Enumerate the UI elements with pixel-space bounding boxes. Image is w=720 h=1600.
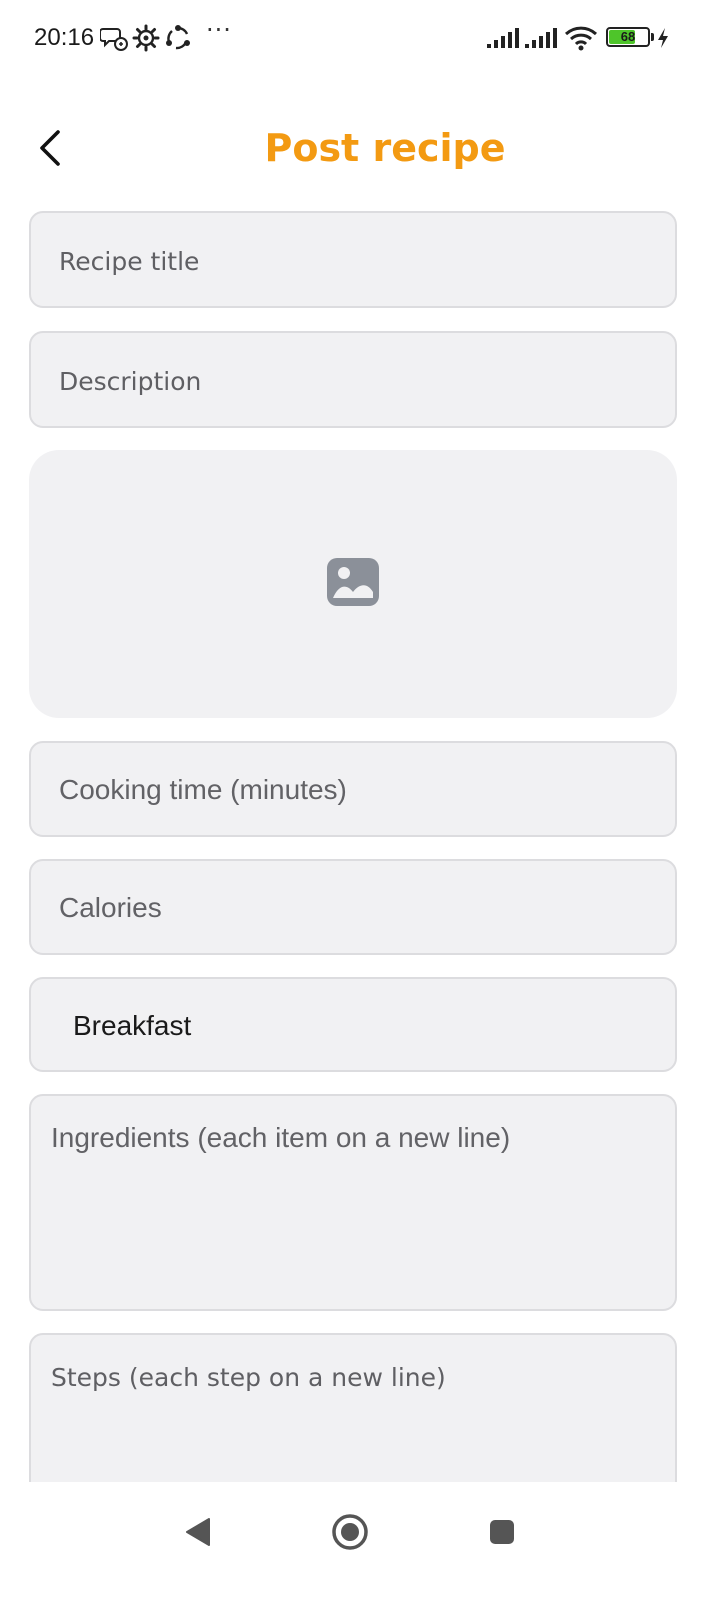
signal-icon <box>487 28 519 48</box>
wifi-icon <box>564 26 598 51</box>
status-time: 20:16 <box>34 24 95 51</box>
battery-icon: 68 <box>606 27 650 47</box>
header: Post recipe <box>0 110 720 190</box>
description-placeholder: Description <box>59 367 202 396</box>
image-picker[interactable] <box>29 450 677 718</box>
calories-field[interactable]: Calories <box>29 859 677 955</box>
category-select[interactable]: Breakfast <box>29 977 677 1072</box>
image-icon <box>327 558 379 606</box>
nav-back-button[interactable] <box>170 1504 226 1560</box>
battery-nub <box>651 33 654 41</box>
calories-placeholder: Calories <box>59 892 162 923</box>
recipe-title-placeholder: Recipe title <box>59 247 200 276</box>
circle-home-icon <box>332 1514 368 1550</box>
battery-level: 68 <box>620 29 636 44</box>
system-nav-bar <box>0 1482 720 1600</box>
triangle-back-icon <box>186 1518 210 1546</box>
status-bar: 20:16 ··· 68 <box>0 0 720 76</box>
page-title: Post recipe <box>264 126 506 170</box>
ingredients-textarea[interactable]: Ingredients (each item on a new line) <box>29 1094 677 1311</box>
square-recents-icon <box>490 1520 514 1544</box>
chat-icon <box>100 28 128 51</box>
nav-home-button[interactable] <box>322 1504 378 1560</box>
gear-icon <box>132 24 160 52</box>
steps-placeholder: Steps (each step on a new line) <box>51 1363 446 1392</box>
category-selected-value: Breakfast <box>73 1010 192 1041</box>
more-notifications-dots: ··· <box>206 16 232 44</box>
recipe-title-field[interactable]: Recipe title <box>29 211 677 308</box>
signal-icon <box>525 28 557 48</box>
nav-recents-button[interactable] <box>474 1504 530 1560</box>
cooking-time-field[interactable]: Cooking time (minutes) <box>29 741 677 837</box>
cooking-time-placeholder: Cooking time (minutes) <box>59 774 347 805</box>
charging-icon <box>658 28 668 48</box>
ingredients-placeholder: Ingredients (each item on a new line) <box>51 1122 511 1153</box>
sync-icon <box>166 25 190 50</box>
description-field[interactable]: Description <box>29 331 677 428</box>
